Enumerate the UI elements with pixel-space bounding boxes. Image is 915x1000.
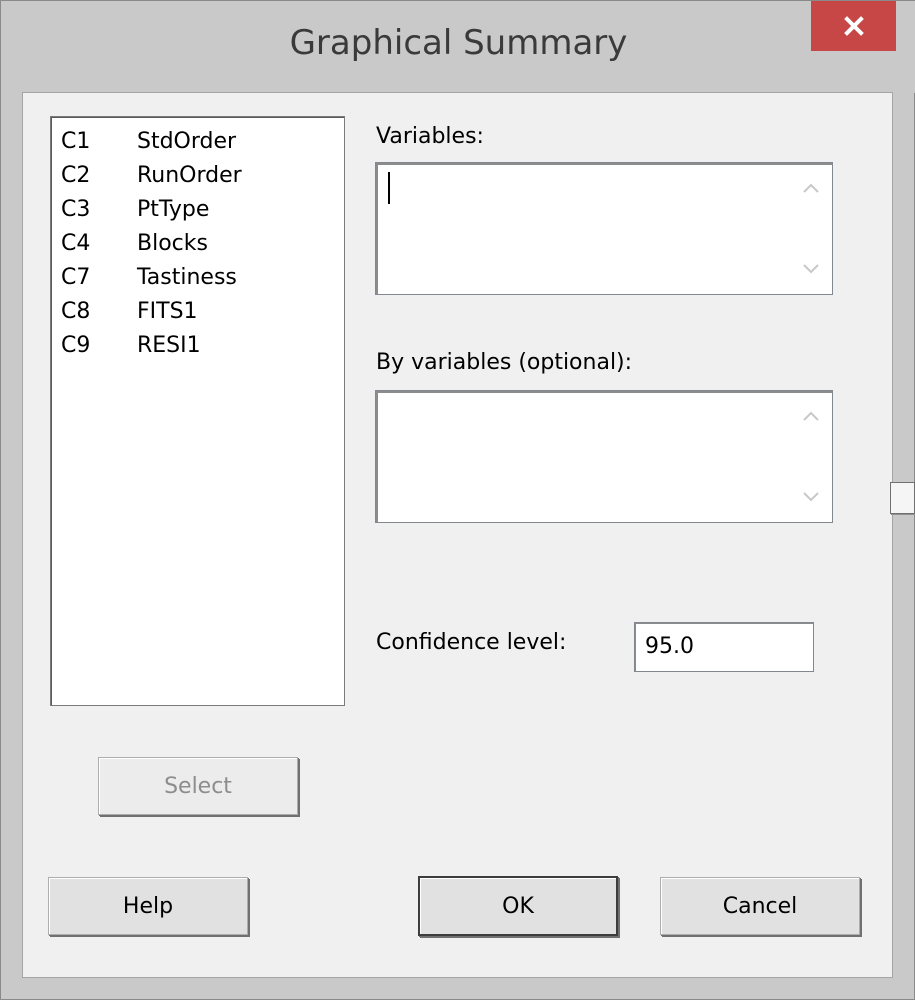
column-id: C2 — [61, 163, 91, 188]
column-id: C4 — [61, 231, 91, 256]
scroll-down-icon[interactable] — [796, 254, 826, 284]
scroll-down-icon[interactable] — [796, 482, 826, 512]
title-bar[interactable]: Graphical Summary — [1, 1, 915, 93]
list-item[interactable]: C3 PtType — [51, 193, 344, 227]
list-item[interactable]: C4 Blocks — [51, 227, 344, 261]
column-name: StdOrder — [137, 129, 237, 154]
variables-label: Variables: — [376, 124, 484, 149]
column-list[interactable]: C1 StdOrder C2 RunOrder C3 PtType C4 Blocks C7 Ta… — [50, 116, 345, 706]
help-button[interactable]: Help — [48, 877, 248, 935]
side-handle[interactable] — [890, 482, 915, 514]
column-id: C7 — [61, 265, 91, 290]
confidence-value: 95.0 — [645, 634, 694, 659]
list-item[interactable]: C1 StdOrder — [51, 125, 344, 159]
column-id: C1 — [61, 129, 91, 154]
column-name: Blocks — [137, 231, 208, 256]
column-name: PtType — [137, 197, 210, 222]
variables-scroll[interactable] — [796, 163, 826, 294]
column-id: C8 — [61, 299, 91, 324]
by-variables-field[interactable] — [375, 390, 833, 523]
ok-button[interactable]: OK — [418, 876, 618, 936]
list-item[interactable]: C9 RESI1 — [51, 329, 344, 363]
text-caret — [388, 172, 390, 204]
column-id: C3 — [61, 197, 91, 222]
column-name: Tastiness — [137, 265, 237, 290]
select-button[interactable]: Select — [98, 757, 298, 815]
scroll-up-icon[interactable] — [796, 401, 826, 431]
by-variables-label: By variables (optional): — [376, 350, 633, 375]
close-button[interactable] — [811, 1, 896, 51]
dialog-title: Graphical Summary — [289, 23, 628, 63]
by-variables-scroll[interactable] — [796, 391, 826, 522]
column-name: RunOrder — [137, 163, 242, 188]
cancel-button[interactable]: Cancel — [660, 877, 860, 935]
column-name: RESI1 — [137, 333, 201, 358]
list-item[interactable]: C7 Tastiness — [51, 261, 344, 295]
list-item[interactable]: C8 FITS1 — [51, 295, 344, 329]
column-name: FITS1 — [137, 299, 198, 324]
close-icon — [843, 16, 864, 36]
confidence-input[interactable]: 95.0 — [634, 622, 814, 672]
confidence-label: Confidence level: — [376, 630, 567, 655]
list-item[interactable]: C2 RunOrder — [51, 159, 344, 193]
column-id: C9 — [61, 333, 91, 358]
scroll-up-icon[interactable] — [796, 173, 826, 203]
variables-field[interactable] — [375, 162, 833, 295]
